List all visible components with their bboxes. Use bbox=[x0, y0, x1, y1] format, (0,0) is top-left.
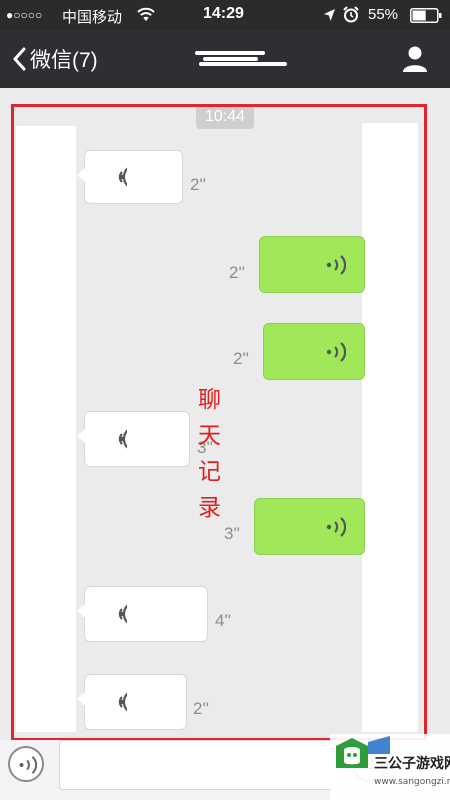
voice-message-incoming[interactable] bbox=[77, 586, 208, 642]
voice-message-outgoing[interactable] bbox=[259, 236, 365, 293]
wifi-icon bbox=[137, 7, 155, 21]
back-label: 微信(7) bbox=[30, 49, 98, 72]
redaction-panel-right bbox=[362, 123, 418, 732]
svg-text:三公子游戏网: 三公子游戏网 bbox=[374, 755, 450, 772]
voice-wave-icon bbox=[118, 429, 127, 449]
signal-dots: ●○○○○ bbox=[6, 8, 43, 22]
carrier-name: 中国移动 bbox=[62, 9, 123, 26]
voice-message-incoming[interactable] bbox=[77, 411, 190, 467]
redacted-title bbox=[195, 48, 290, 70]
voice-wave-icon bbox=[118, 167, 127, 187]
site-watermark-logo: 三公子游戏网 www.sangongzi.net bbox=[330, 734, 450, 800]
chevron-left-icon bbox=[13, 47, 26, 71]
voice-input-button[interactable] bbox=[8, 746, 44, 782]
voice-wave-icon bbox=[118, 692, 127, 712]
annotation-char: 聊 bbox=[198, 387, 221, 413]
svg-text:www.sangongzi.net: www.sangongzi.net bbox=[374, 777, 450, 787]
status-bar: ●○○○○ 中国移动 14:29 55% bbox=[0, 0, 450, 30]
back-button[interactable]: 微信(7) bbox=[12, 44, 98, 74]
voice-message-incoming[interactable] bbox=[77, 150, 183, 204]
voice-duration: 3'' bbox=[224, 524, 240, 543]
voice-duration: 4'' bbox=[215, 611, 231, 630]
location-arrow-icon bbox=[324, 9, 335, 21]
annotation-char: 天 bbox=[198, 423, 221, 449]
alarm-icon bbox=[343, 6, 359, 23]
annotation-char: 记 bbox=[198, 459, 221, 485]
voice-duration: 2'' bbox=[193, 699, 209, 718]
message-input[interactable] bbox=[59, 740, 339, 790]
voice-wave-icon bbox=[326, 254, 346, 275]
chat-area[interactable]: 10:44 2'' 2'' 2'' 3'' 3'' 4'' 2'' 聊 天 记 … bbox=[0, 88, 450, 740]
nav-bar: 微信(7) bbox=[0, 30, 450, 88]
voice-duration: 2'' bbox=[190, 175, 206, 194]
voice-duration: 2'' bbox=[229, 263, 245, 282]
voice-input-icon bbox=[19, 756, 37, 774]
timestamp-badge: 10:44 bbox=[196, 105, 254, 129]
battery-percent: 55% bbox=[368, 6, 399, 23]
battery-icon bbox=[410, 8, 442, 23]
redaction-panel-left bbox=[16, 126, 76, 732]
voice-message-incoming[interactable] bbox=[77, 674, 187, 730]
annotation-text: 聊 天 记 录 bbox=[198, 382, 238, 526]
voice-message-outgoing[interactable] bbox=[263, 323, 365, 380]
annotation-char: 录 bbox=[198, 495, 221, 521]
person-icon[interactable] bbox=[400, 44, 430, 74]
voice-wave-icon bbox=[118, 604, 127, 624]
clock: 14:29 bbox=[203, 5, 244, 22]
voice-wave-icon bbox=[326, 516, 346, 537]
voice-duration: 2'' bbox=[233, 349, 249, 368]
voice-wave-icon bbox=[326, 341, 346, 362]
voice-message-outgoing[interactable] bbox=[254, 498, 365, 555]
